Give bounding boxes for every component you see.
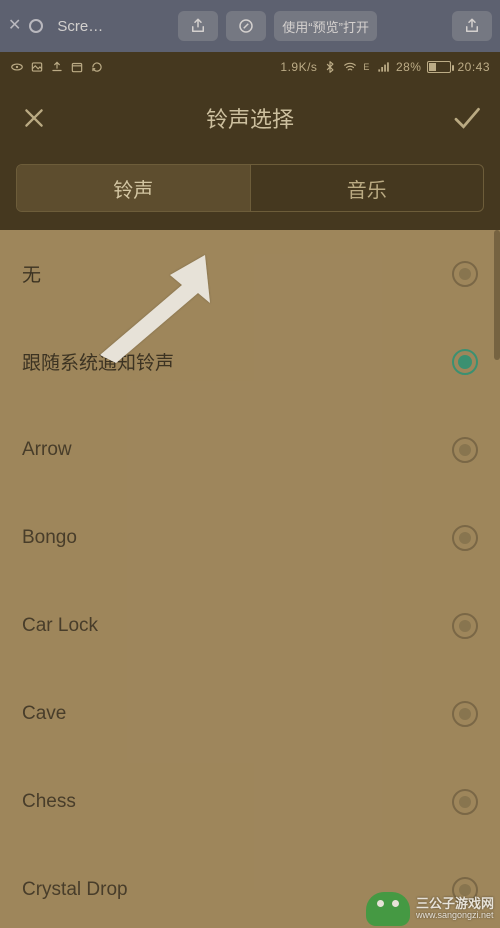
app-header: 铃声选择	[0, 82, 500, 154]
close-icon[interactable]: ✕	[8, 18, 21, 34]
mac-toolbar-left: ✕ Scre…	[8, 18, 103, 35]
ringtone-label: Chess	[22, 791, 76, 813]
watermark-logo-icon	[366, 892, 410, 926]
ringtone-row[interactable]: Bongo	[0, 494, 500, 582]
calendar-icon	[70, 60, 84, 74]
pen-circle-icon	[237, 17, 255, 35]
segmented-control: 铃声 音乐	[16, 164, 484, 212]
radio-dot-icon	[458, 355, 472, 369]
confirm-button[interactable]	[448, 100, 484, 136]
eye-icon	[10, 60, 24, 74]
ringtone-row[interactable]: 跟随系统通知铃声	[0, 318, 500, 406]
radio-dot-icon	[459, 532, 471, 544]
share-button[interactable]	[178, 11, 218, 41]
close-button[interactable]	[16, 100, 52, 136]
upload-icon	[50, 60, 64, 74]
ringtone-label: Car Lock	[22, 615, 98, 637]
watermark: 三公子游戏网 www.sangongzi.net	[356, 888, 500, 928]
window-title: Scre…	[57, 18, 103, 35]
watermark-domain: www.sangongzi.net	[416, 911, 494, 921]
tab-ringtone-label: 铃声	[113, 174, 153, 203]
radio-button[interactable]	[452, 437, 478, 463]
check-icon	[451, 103, 481, 133]
share-up-icon	[189, 17, 207, 35]
ringtone-label: Bongo	[22, 527, 77, 549]
open-with-label: 使用“预览”打开	[282, 17, 369, 36]
scrollbar[interactable]	[494, 230, 500, 360]
battery-pct: 28%	[396, 60, 422, 74]
mac-toolbar-center: 使用“预览”打开	[103, 11, 452, 41]
ringtone-label: 跟随系统通知铃声	[22, 348, 174, 375]
battery-icon	[427, 61, 451, 73]
radio-button[interactable]	[452, 701, 478, 727]
radio-button[interactable]	[452, 261, 478, 287]
refresh-icon	[90, 60, 104, 74]
radio-dot-icon	[459, 444, 471, 456]
ringtone-row[interactable]: Cave	[0, 670, 500, 758]
signal-icon	[376, 60, 390, 74]
mac-toolbar-right	[452, 11, 492, 41]
mac-toolbar: ✕ Scre… 使用“预览”打开	[0, 0, 500, 52]
android-status-bar: 1.9K/s E 28% 20:43	[0, 52, 500, 82]
tab-ringtone[interactable]: 铃声	[17, 165, 250, 211]
ringtone-label: Arrow	[22, 439, 72, 461]
ringtone-label: Crystal Drop	[22, 879, 128, 901]
radio-dot-icon	[459, 796, 471, 808]
clock: 20:43	[457, 60, 490, 74]
tab-music[interactable]: 音乐	[250, 165, 484, 211]
screen-root: ✕ Scre… 使用“预览”打开	[0, 0, 500, 928]
ringtone-row[interactable]: Chess	[0, 758, 500, 846]
ringtone-list: 无跟随系统通知铃声 Arrow Bongo Car Lock Cave Chess Crys…	[0, 230, 500, 928]
tab-bar: 铃声 音乐	[0, 154, 500, 230]
open-with-preview-button[interactable]: 使用“预览”打开	[274, 11, 377, 41]
wifi-icon	[343, 60, 357, 74]
radio-button[interactable]	[452, 349, 478, 375]
page-title: 铃声选择	[206, 102, 294, 134]
ringtone-row[interactable]: Car Lock	[0, 582, 500, 670]
status-right: 1.9K/s E 28% 20:43	[280, 60, 490, 74]
net-speed: 1.9K/s	[280, 60, 317, 74]
radio-button[interactable]	[452, 613, 478, 639]
radio-dot-icon	[459, 620, 471, 632]
tab-music-label: 音乐	[347, 174, 387, 203]
radio-dot-icon	[459, 708, 471, 720]
ringtone-label: 无	[22, 260, 41, 287]
radio-button[interactable]	[452, 525, 478, 551]
ringtone-row[interactable]: Arrow	[0, 406, 500, 494]
net-type: E	[363, 62, 370, 72]
x-icon	[21, 105, 47, 131]
image-icon	[30, 60, 44, 74]
radio-dot-icon	[459, 268, 471, 280]
status-left	[10, 60, 104, 74]
markup-button[interactable]	[226, 11, 266, 41]
ringtone-row[interactable]: 无	[0, 230, 500, 318]
share-sheet-button[interactable]	[452, 11, 492, 41]
share-icon	[463, 17, 481, 35]
fullscreen-icon[interactable]	[29, 19, 43, 33]
bluetooth-icon	[323, 60, 337, 74]
ringtone-label: Cave	[22, 703, 66, 725]
radio-button[interactable]	[452, 789, 478, 815]
watermark-text: 三公子游戏网 www.sangongzi.net	[416, 897, 494, 921]
